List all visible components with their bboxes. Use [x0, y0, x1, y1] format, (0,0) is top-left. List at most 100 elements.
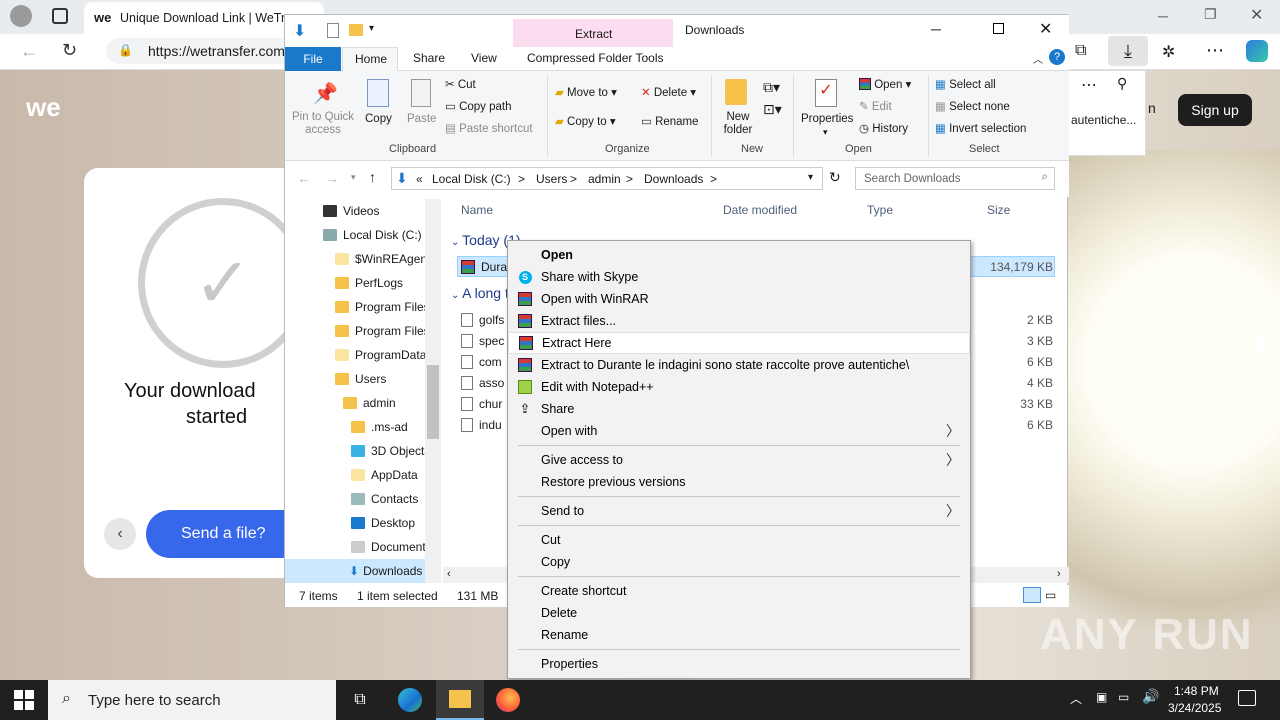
nav-history-icon[interactable]: ▾	[351, 172, 356, 183]
history-button[interactable]: ◷ History	[859, 121, 908, 135]
restore-browser-icon[interactable]: ❐	[1204, 6, 1217, 23]
column-type[interactable]: Type	[867, 203, 893, 217]
edge-icon[interactable]	[396, 686, 424, 714]
easy-access-icon[interactable]: ⊡▾	[763, 101, 782, 118]
more-icon[interactable]: ⋯	[1206, 40, 1224, 61]
delete-button[interactable]: ✕ Delete ▾	[641, 85, 696, 99]
edit-button[interactable]: ✎ Edit	[859, 99, 892, 113]
maximize-icon[interactable]	[993, 23, 1004, 34]
path-chevron[interactable]: >	[570, 172, 577, 186]
path-admin[interactable]: admin	[588, 172, 621, 186]
tab-actions-icon[interactable]	[52, 8, 68, 24]
file-row[interactable]: com	[461, 351, 502, 372]
properties-qat-icon[interactable]	[327, 23, 339, 38]
menu-restore-versions[interactable]: Restore previous versions	[508, 471, 970, 493]
extensions-icon[interactable]: ✲	[1162, 42, 1175, 62]
menu-create-shortcut[interactable]: Create shortcut	[508, 580, 970, 602]
minimize-icon[interactable]: ─	[931, 21, 941, 37]
collections-icon[interactable]: ⧉	[1075, 42, 1086, 60]
open-button[interactable]: Open ▾	[859, 77, 911, 91]
copilot-icon[interactable]	[1246, 40, 1268, 62]
refresh-explorer-icon[interactable]: ↻	[829, 169, 841, 186]
signup-button[interactable]: Sign up	[1178, 94, 1252, 126]
path-users[interactable]: Users	[536, 172, 567, 186]
start-windows-icon[interactable]	[14, 690, 34, 710]
nav-scroll-thumb[interactable]	[427, 365, 439, 439]
send-file-button[interactable]: Send a file?	[146, 510, 306, 558]
path-chevron[interactable]: >	[626, 172, 633, 186]
nav-local-disk[interactable]: Local Disk (C:)	[323, 223, 463, 247]
help-icon[interactable]: ?	[1049, 49, 1065, 65]
carousel-dot-1[interactable]	[1252, 337, 1266, 351]
menu-give-access[interactable]: Give access to 〉	[508, 449, 970, 471]
network-icon[interactable]: ▭	[1118, 690, 1129, 704]
pin-quick-access-button[interactable]: Pin to Quick access	[291, 111, 355, 137]
address-path[interactable]: ⬇ « Local Disk (C:) > Users > admin > Do…	[391, 167, 823, 190]
path-downloads[interactable]: Downloads	[644, 172, 703, 186]
path-local-disk[interactable]: Local Disk (C:)	[432, 172, 511, 186]
properties-dropdown-icon[interactable]: ▾	[823, 127, 828, 138]
popup-menu-icon[interactable]: ⋯	[1081, 75, 1097, 95]
nav-forward-icon[interactable]: →	[325, 170, 339, 186]
column-size[interactable]: Size	[987, 203, 1010, 217]
copy-to-button[interactable]: ▰ Copy to ▾	[555, 114, 616, 128]
clock-date[interactable]: 3/24/2025	[1168, 701, 1221, 715]
menu-extract-to[interactable]: Extract to Durante le indagini sono stat…	[508, 354, 970, 376]
tray-chevron-icon[interactable]: ︿	[1070, 690, 1082, 707]
refresh-icon[interactable]: ↻	[62, 40, 77, 61]
folder-qat-icon[interactable]	[349, 24, 363, 36]
large-icons-view-icon[interactable]: ▭	[1045, 588, 1056, 602]
move-to-button[interactable]: ▰ Move to ▾	[555, 85, 617, 99]
invert-selection-button[interactable]: ▦ Invert selection	[935, 121, 1026, 135]
file-row[interactable]: asso	[461, 372, 504, 393]
tab-view[interactable]: View	[471, 51, 497, 65]
properties-button[interactable]: Properties	[801, 113, 853, 125]
menu-edit-notepad[interactable]: Edit with Notepad++	[508, 376, 970, 398]
menu-open-winrar[interactable]: Open with WinRAR	[508, 288, 970, 310]
menu-open-with[interactable]: Open with 〉	[508, 420, 970, 442]
task-view-icon[interactable]: ⧉	[346, 686, 374, 714]
volume-icon[interactable]: 🔊	[1142, 688, 1159, 705]
nav-downloads[interactable]: ⬇ Downloads	[285, 559, 425, 583]
address-bar[interactable]: 🔒 https://wetransfer.com	[106, 38, 306, 64]
menu-extract-files[interactable]: Extract files...	[508, 310, 970, 332]
file-row[interactable]: spec	[461, 330, 504, 351]
menu-properties[interactable]: Properties	[508, 653, 970, 675]
cut-button[interactable]: ✂ Cut	[445, 77, 476, 91]
menu-extract-here[interactable]: Extract Here	[508, 332, 970, 354]
details-view-icon[interactable]	[1023, 587, 1041, 603]
menu-rename[interactable]: Rename	[508, 624, 970, 646]
file-explorer-taskbar-icon[interactable]	[436, 680, 484, 720]
copy-button[interactable]: Copy	[365, 113, 392, 125]
scroll-left-icon[interactable]: ‹	[447, 568, 451, 580]
back-icon[interactable]: ←	[20, 41, 38, 62]
address-dropdown-icon[interactable]: ▾	[808, 172, 813, 183]
firefox-icon[interactable]	[494, 686, 522, 714]
taskbar-search-input[interactable]: ⌕ Type here to search	[48, 680, 336, 720]
quick-access-down-icon[interactable]: ⬇	[293, 21, 306, 41]
select-none-button[interactable]: ▦ Select none	[935, 99, 1010, 113]
scroll-right-icon[interactable]: ›	[1057, 568, 1061, 580]
carousel-dot-2[interactable]	[1252, 367, 1266, 381]
back-arrow-icon[interactable]: ‹	[104, 518, 136, 550]
nav-up-icon[interactable]: ↑	[369, 169, 376, 185]
file-row[interactable]: Dura	[461, 256, 507, 277]
select-all-button[interactable]: ▦ Select all	[935, 77, 996, 91]
menu-share-skype[interactable]: S Share with Skype	[508, 266, 970, 288]
column-name[interactable]: Name	[461, 203, 493, 217]
profile-icon[interactable]	[10, 5, 32, 27]
wetransfer-logo[interactable]: we	[26, 92, 61, 123]
close-browser-icon[interactable]: ✕	[1250, 5, 1263, 25]
qat-dropdown-icon[interactable]: ▾	[369, 23, 374, 34]
tab-compressed-tools[interactable]: Compressed Folder Tools	[527, 51, 664, 65]
menu-send-to[interactable]: Send to 〉	[508, 500, 970, 522]
search-downloads-input[interactable]: Search Downloads ⌕	[855, 167, 1055, 190]
downloads-icon[interactable]: ⤓	[1108, 36, 1148, 66]
paste-shortcut-button[interactable]: ▤ Paste shortcut	[445, 121, 533, 135]
clock-time[interactable]: 1:48 PM	[1174, 684, 1219, 698]
menu-copy[interactable]: Copy	[508, 551, 970, 573]
copy-path-button[interactable]: ▭ Copy path	[445, 99, 512, 113]
file-row[interactable]: golfs	[461, 309, 504, 330]
path-chevron[interactable]: >	[710, 172, 717, 186]
file-row[interactable]: indu	[461, 414, 502, 435]
